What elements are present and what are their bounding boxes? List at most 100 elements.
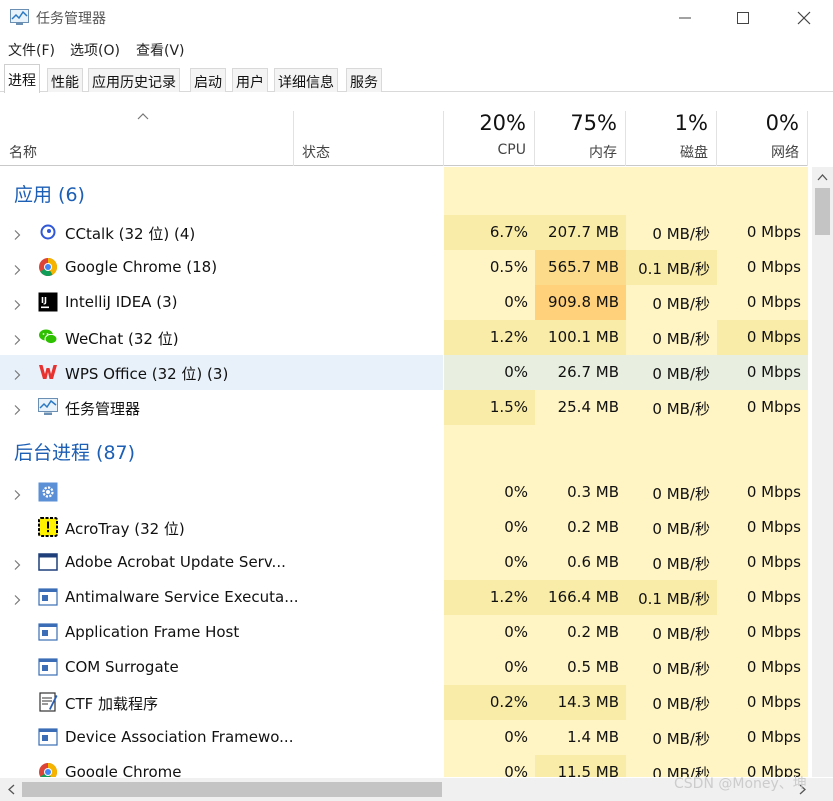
column-divider[interactable] (807, 111, 808, 166)
cctalk-icon (38, 222, 58, 242)
process-name: CCtalk (32 位) (4) (65, 225, 196, 243)
process-name-cell[interactable]: CTF 加载程序 (0, 685, 443, 720)
scroll-up-icon[interactable] (816, 171, 829, 184)
network-cell: 0 Mbps (717, 720, 808, 755)
ctf-icon (38, 692, 58, 712)
process-row[interactable]: AcroTray (32 位) 0% 0.2 MB 0 MB/秒 0 Mbps (0, 510, 808, 545)
scroll-left-icon[interactable] (5, 783, 18, 796)
column-memory[interactable]: 内存 (535, 142, 617, 162)
column-disk[interactable]: 磁盘 (626, 142, 708, 162)
chevron-right-icon[interactable] (11, 261, 23, 275)
process-row[interactable]: Application Frame Host 0% 0.2 MB 0 MB/秒 0 Mb… (0, 615, 808, 650)
process-name-cell[interactable]: CCtalk (32 位) (4) (0, 215, 443, 250)
tab-app-history[interactable]: 应用历史记录 (88, 68, 180, 92)
process-name: Device Association Framewo... (65, 728, 294, 746)
memory-total-percent[interactable]: 75% (535, 111, 617, 135)
process-name: Google Chrome (18) (65, 258, 218, 276)
chevron-right-icon[interactable] (11, 226, 23, 240)
close-icon (797, 11, 811, 25)
group-header-cell (444, 167, 535, 215)
process-row[interactable]: WeChat (32 位) 1.2% 100.1 MB 0 MB/秒 0 Mbps (0, 320, 808, 355)
process-name-cell[interactable]: Antimalware Service Executa... (0, 580, 443, 615)
chevron-right-icon[interactable] (11, 296, 23, 310)
menu-file[interactable]: 文件(F) (8, 40, 55, 60)
chevron-right-icon[interactable] (11, 331, 23, 345)
chevron-right-icon[interactable] (11, 556, 23, 570)
tab-users[interactable]: 用户 (232, 68, 268, 92)
process-row[interactable]: IJ IntelliJ IDEA (3) 0% 909.8 MB 0 MB/秒 0 Mbp… (0, 285, 808, 320)
chevron-right-icon[interactable] (11, 401, 23, 415)
process-name-cell[interactable]: Application Frame Host (0, 615, 443, 650)
window-icon (38, 552, 58, 572)
process-name-cell[interactable]: WPS Office (32 位) (3) (0, 355, 443, 390)
vertical-scroll-thumb[interactable] (815, 188, 830, 235)
process-row[interactable]: CTF 加载程序 0.2% 14.3 MB 0 MB/秒 0 Mbps (0, 685, 808, 720)
group-header[interactable]: 应用 (6) (0, 167, 808, 215)
cpu-cell: 1.5% (444, 390, 535, 425)
network-cell: 0 Mbps (717, 580, 808, 615)
chevron-right-icon[interactable] (11, 366, 23, 380)
process-row[interactable]: Antimalware Service Executa... 1.2% 166.4 … (0, 580, 808, 615)
chevron-right-icon[interactable] (11, 591, 23, 605)
network-total-percent[interactable]: 0% (717, 111, 799, 135)
window-title: 任务管理器 (36, 11, 106, 27)
process-name-cell[interactable] (0, 475, 443, 510)
column-status[interactable]: 状态 (302, 142, 330, 162)
cpu-cell: 1.2% (444, 580, 535, 615)
process-row[interactable]: CCtalk (32 位) (4) 6.7% 207.7 MB 0 MB/秒 0 Mbp… (0, 215, 808, 250)
minimize-button[interactable] (656, 0, 714, 36)
cpu-total-percent[interactable]: 20% (444, 111, 526, 135)
process-name-cell[interactable]: WeChat (32 位) (0, 320, 443, 355)
vertical-scrollbar[interactable] (812, 167, 833, 777)
network-cell: 0 Mbps (717, 390, 808, 425)
group-header-cell (626, 167, 717, 215)
process-row[interactable]: WPS Office (32 位) (3) 0% 26.7 MB 0 MB/秒 0 Mb… (0, 355, 808, 390)
disk-cell: 0.1 MB/秒 (626, 580, 717, 615)
process-name-cell[interactable]: Device Association Framewo... (0, 720, 443, 755)
network-cell: 0 Mbps (717, 685, 808, 720)
process-row[interactable]: Adobe Acrobat Update Serv... 0% 0.6 MB 0 MB… (0, 545, 808, 580)
column-network[interactable]: 网络 (717, 142, 799, 162)
process-name-cell[interactable]: COM Surrogate (0, 650, 443, 685)
tab-performance[interactable]: 性能 (47, 68, 83, 92)
chrome-icon (38, 257, 58, 277)
disk-cell: 0.1 MB/秒 (626, 250, 717, 285)
process-row[interactable]: Google Chrome (18) 0.5% 565.7 MB 0.1 MB/秒 0 … (0, 250, 808, 285)
cpu-cell: 0% (444, 545, 535, 580)
process-name-cell[interactable]: Adobe Acrobat Update Serv... (0, 545, 443, 580)
column-divider[interactable] (293, 111, 294, 166)
horizontal-scroll-thumb[interactable] (22, 782, 442, 797)
process-name: COM Surrogate (65, 658, 179, 676)
task-manager-icon (10, 9, 29, 25)
process-name: CTF 加载程序 (65, 695, 159, 713)
tab-services[interactable]: 服务 (346, 68, 382, 92)
close-button[interactable] (775, 0, 833, 36)
column-cpu[interactable]: CPU (444, 142, 526, 158)
menu-options[interactable]: 选项(O) (70, 40, 120, 60)
tab-startup[interactable]: 启动 (190, 68, 226, 92)
process-row[interactable]: Device Association Framewo... 0% 1.4 MB 0 M… (0, 720, 808, 755)
chrome-icon (38, 762, 58, 777)
memory-cell: 909.8 MB (535, 285, 626, 320)
network-cell: 0 Mbps (717, 615, 808, 650)
process-row[interactable]: 任务管理器 1.5% 25.4 MB 0 MB/秒 0 Mbps (0, 390, 808, 425)
process-row[interactable]: COM Surrogate 0% 0.5 MB 0 MB/秒 0 Mbps (0, 650, 808, 685)
process-name-cell[interactable]: IJ IntelliJ IDEA (3) (0, 285, 443, 320)
process-name-cell[interactable]: Google Chrome (0, 755, 443, 777)
tab-processes[interactable]: 进程 (4, 64, 40, 93)
memory-cell: 11.5 MB (535, 755, 626, 777)
maximize-button[interactable] (714, 0, 772, 36)
process-row[interactable]: 0% 0.3 MB 0 MB/秒 0 Mbps (0, 475, 808, 510)
menu-view[interactable]: 查看(V) (136, 40, 185, 60)
process-name-cell[interactable]: 任务管理器 (0, 390, 443, 425)
disk-total-percent[interactable]: 1% (626, 111, 708, 135)
column-name[interactable]: 名称 (9, 142, 37, 162)
process-name-cell[interactable]: AcroTray (32 位) (0, 510, 443, 545)
chevron-right-icon[interactable] (11, 486, 23, 500)
group-header[interactable]: 后台进程 (87) (0, 425, 808, 475)
cpu-cell: 0% (444, 355, 535, 390)
tab-details[interactable]: 详细信息 (274, 68, 338, 92)
minimize-icon (679, 17, 691, 19)
acrotray-icon (38, 517, 58, 537)
process-name-cell[interactable]: Google Chrome (18) (0, 250, 443, 285)
